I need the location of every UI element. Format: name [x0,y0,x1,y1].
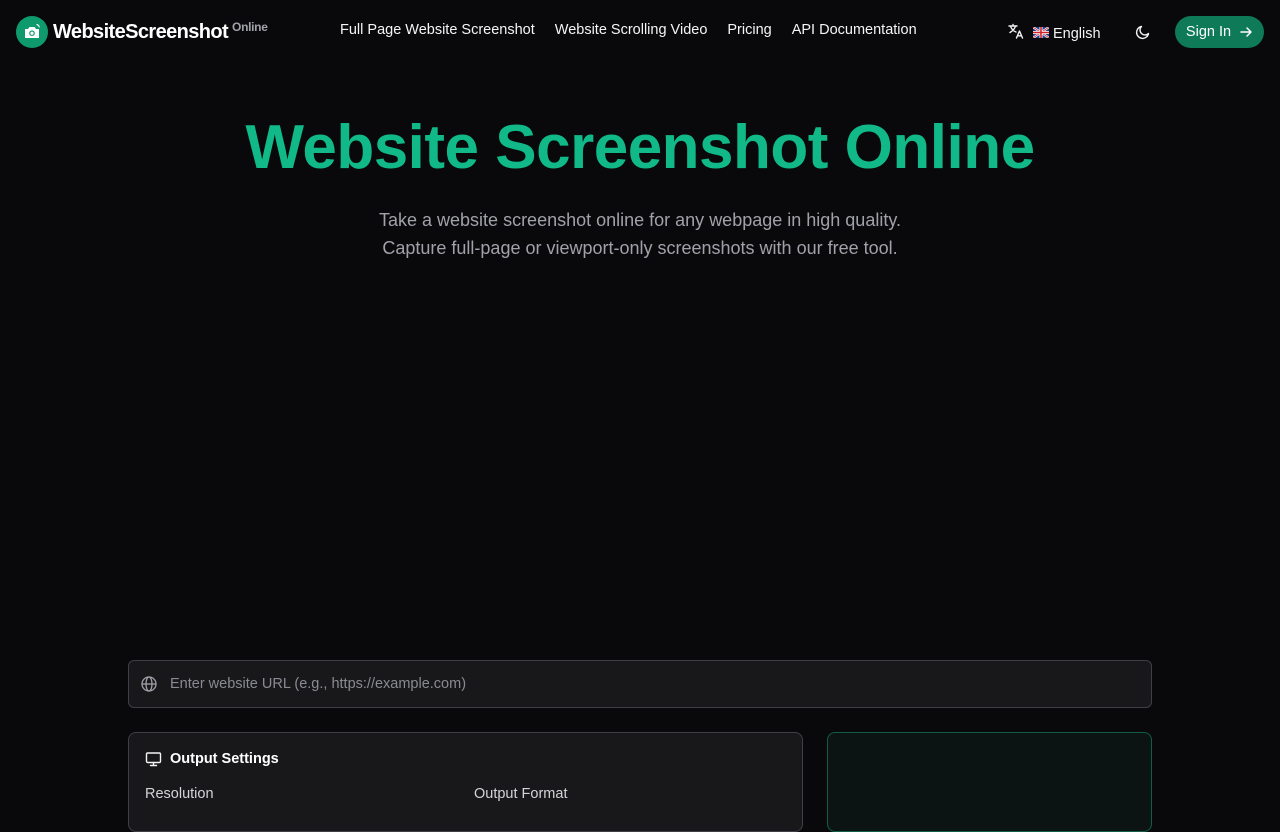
url-field [128,660,1152,708]
main-nav: Full Page Website Screenshot Website Scr… [340,22,917,38]
monitor-icon [145,752,162,767]
camera-icon [16,16,48,48]
logo[interactable]: WebsiteScreenshot Online [16,16,268,48]
nav-scrolling-video[interactable]: Website Scrolling Video [555,22,708,38]
logo-superscript: Online [232,20,268,34]
nav-api-documentation[interactable]: API Documentation [792,22,917,38]
output-settings-title: Output Settings [170,751,279,767]
theme-toggle-button[interactable] [1132,21,1154,43]
logo-text: WebsiteScreenshot [53,20,229,43]
moon-icon [1135,25,1150,40]
output-settings-card: Output Settings Resolution Output Format [128,732,803,832]
nav-pricing[interactable]: Pricing [727,22,771,38]
sign-in-label: Sign In [1185,24,1232,40]
language-selector[interactable]: English [1007,22,1101,45]
output-settings-header: Output Settings [145,751,279,767]
arrow-right-icon [1240,27,1252,37]
page-title: Website Screenshot Online [245,113,1035,182]
header: WebsiteScreenshot Online Full Page Websi… [0,0,1280,64]
page-subtitle: Take a website screenshot online for any… [0,206,1280,262]
url-input[interactable] [170,661,1151,707]
language-label: English [1033,26,1101,42]
preview-panel [827,732,1152,832]
uk-flag-icon [1033,26,1049,38]
sign-in-button[interactable]: Sign In [1175,16,1264,48]
nav-full-page-screenshot[interactable]: Full Page Website Screenshot [340,22,535,38]
subtitle-line-2: Capture full-page or viewport-only scree… [382,238,898,258]
translate-icon [1007,22,1025,45]
globe-icon [140,675,158,693]
subtitle-line-1: Take a website screenshot online for any… [379,210,901,230]
